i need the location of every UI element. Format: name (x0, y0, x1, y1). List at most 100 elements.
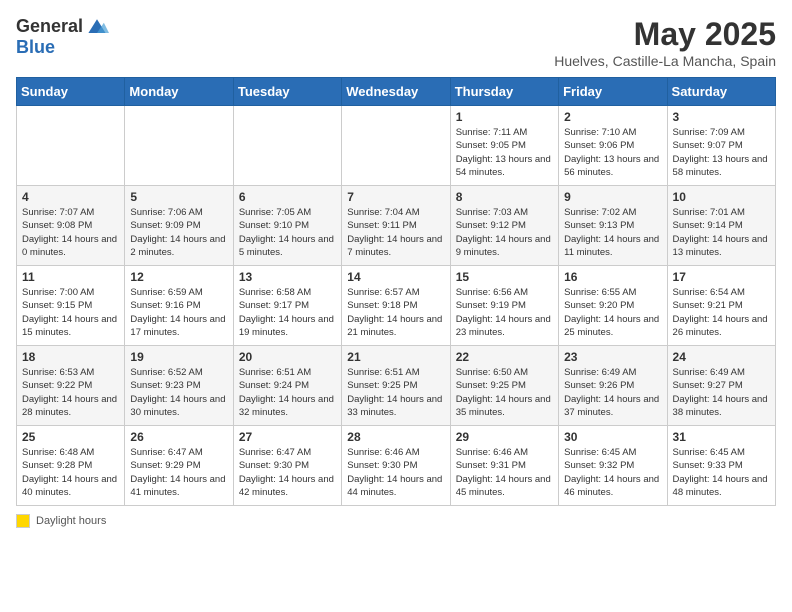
calendar-cell: 30 Sunrise: 6:45 AM Sunset: 9:32 PM Dayli… (559, 426, 667, 506)
day-number: 14 (347, 270, 444, 284)
calendar-cell: 25Sunrise: 6:48 AM Sunset: 9:28 PM Dayli… (17, 426, 125, 506)
calendar-cell: 3 Sunrise: 7:09 AM Sunset: 9:07 PM Daylig… (667, 106, 775, 186)
day-number: 26 (130, 430, 227, 444)
day-info: Sunrise: 6:51 AM Sunset: 9:25 PM Dayligh… (347, 366, 444, 419)
day-info: Sunrise: 6:56 AM Sunset: 9:19 PM Dayligh… (456, 286, 553, 339)
weekday-header: Thursday (450, 78, 558, 106)
logo-general: General (16, 16, 83, 37)
day-info: Sunrise: 6:45 AM Sunset: 9:32 PM Dayligh… (564, 446, 661, 499)
day-info: Sunrise: 6:53 AM Sunset: 9:22 PM Dayligh… (22, 366, 119, 419)
title-area: May 2025 Huelves, Castille-La Mancha, Sp… (554, 16, 776, 69)
calendar-cell: 28 Sunrise: 6:46 AM Sunset: 9:30 PM Dayli… (342, 426, 450, 506)
logo-blue: Blue (16, 37, 55, 57)
day-number: 18 (22, 350, 119, 364)
calendar-cell: 9Sunrise: 7:02 AM Sunset: 9:13 PM Daylig… (559, 186, 667, 266)
calendar-cell: 18 Sunrise: 6:53 AM Sunset: 9:22 PM Dayli… (17, 346, 125, 426)
day-info: Sunrise: 6:46 AM Sunset: 9:30 PM Dayligh… (347, 446, 444, 499)
day-number: 11 (22, 270, 119, 284)
day-number: 28 (347, 430, 444, 444)
calendar-cell: 19Sunrise: 6:52 AM Sunset: 9:23 PM Dayli… (125, 346, 233, 426)
calendar-table: SundayMondayTuesdayWednesdayThursdayFrid… (16, 77, 776, 506)
calendar-cell: 6 Sunrise: 7:05 AM Sunset: 9:10 PM Daylig… (233, 186, 341, 266)
day-info: Sunrise: 7:01 AM Sunset: 9:14 PM Dayligh… (673, 206, 770, 259)
day-info: Sunrise: 6:57 AM Sunset: 9:18 PM Dayligh… (347, 286, 444, 339)
calendar-cell (342, 106, 450, 186)
day-number: 16 (564, 270, 661, 284)
day-number: 27 (239, 430, 336, 444)
calendar-cell: 24Sunrise: 6:49 AM Sunset: 9:27 PM Dayli… (667, 346, 775, 426)
day-info: Sunrise: 6:55 AM Sunset: 9:20 PM Dayligh… (564, 286, 661, 339)
day-info: Sunrise: 6:50 AM Sunset: 9:25 PM Dayligh… (456, 366, 553, 419)
calendar-cell: 7 Sunrise: 7:04 AM Sunset: 9:11 PM Daylig… (342, 186, 450, 266)
day-number: 29 (456, 430, 553, 444)
weekday-header: Friday (559, 78, 667, 106)
day-info: Sunrise: 6:58 AM Sunset: 9:17 PM Dayligh… (239, 286, 336, 339)
day-info: Sunrise: 7:10 AM Sunset: 9:06 PM Dayligh… (564, 126, 661, 179)
day-number: 30 (564, 430, 661, 444)
calendar-cell: 5Sunrise: 7:06 AM Sunset: 9:09 PM Daylig… (125, 186, 233, 266)
day-number: 2 (564, 110, 661, 124)
weekday-row: SundayMondayTuesdayWednesdayThursdayFrid… (17, 78, 776, 106)
day-number: 3 (673, 110, 770, 124)
calendar-cell: 11Sunrise: 7:00 AM Sunset: 9:15 PM Dayli… (17, 266, 125, 346)
day-number: 25 (22, 430, 119, 444)
calendar-cell: 21 Sunrise: 6:51 AM Sunset: 9:25 PM Dayli… (342, 346, 450, 426)
calendar-cell: 29 Sunrise: 6:46 AM Sunset: 9:31 PM Dayli… (450, 426, 558, 506)
day-number: 12 (130, 270, 227, 284)
day-info: Sunrise: 6:49 AM Sunset: 9:26 PM Dayligh… (564, 366, 661, 419)
calendar-cell: 15 Sunrise: 6:56 AM Sunset: 9:19 PM Dayli… (450, 266, 558, 346)
day-info: Sunrise: 6:46 AM Sunset: 9:31 PM Dayligh… (456, 446, 553, 499)
day-info: Sunrise: 7:11 AM Sunset: 9:05 PM Dayligh… (456, 126, 553, 179)
header: General Blue May 2025 Huelves, Castille-… (16, 16, 776, 69)
calendar-cell: 20 Sunrise: 6:51 AM Sunset: 9:24 PM Dayli… (233, 346, 341, 426)
weekday-header: Wednesday (342, 78, 450, 106)
calendar-cell: 2 Sunrise: 7:10 AM Sunset: 9:06 PM Daylig… (559, 106, 667, 186)
daylight-icon (16, 514, 30, 528)
calendar-header: SundayMondayTuesdayWednesdayThursdayFrid… (17, 78, 776, 106)
day-info: Sunrise: 6:45 AM Sunset: 9:33 PM Dayligh… (673, 446, 770, 499)
calendar-cell (17, 106, 125, 186)
month-title: May 2025 (554, 16, 776, 53)
calendar-cell: 4Sunrise: 7:07 AM Sunset: 9:08 PM Daylig… (17, 186, 125, 266)
day-number: 1 (456, 110, 553, 124)
calendar-cell: 22 Sunrise: 6:50 AM Sunset: 9:25 PM Dayli… (450, 346, 558, 426)
calendar-cell: 10Sunrise: 7:01 AM Sunset: 9:14 PM Dayli… (667, 186, 775, 266)
calendar-cell: 23Sunrise: 6:49 AM Sunset: 9:26 PM Dayli… (559, 346, 667, 426)
weekday-header: Tuesday (233, 78, 341, 106)
day-number: 9 (564, 190, 661, 204)
calendar-cell: 27 Sunrise: 6:47 AM Sunset: 9:30 PM Dayli… (233, 426, 341, 506)
day-info: Sunrise: 6:51 AM Sunset: 9:24 PM Dayligh… (239, 366, 336, 419)
day-info: Sunrise: 7:03 AM Sunset: 9:12 PM Dayligh… (456, 206, 553, 259)
calendar-cell: 26Sunrise: 6:47 AM Sunset: 9:29 PM Dayli… (125, 426, 233, 506)
day-number: 7 (347, 190, 444, 204)
calendar-cell: 12Sunrise: 6:59 AM Sunset: 9:16 PM Dayli… (125, 266, 233, 346)
day-number: 21 (347, 350, 444, 364)
day-number: 6 (239, 190, 336, 204)
day-number: 13 (239, 270, 336, 284)
calendar-week-row: 25Sunrise: 6:48 AM Sunset: 9:28 PM Dayli… (17, 426, 776, 506)
logo-icon (85, 17, 109, 37)
calendar-week-row: 4Sunrise: 7:07 AM Sunset: 9:08 PM Daylig… (17, 186, 776, 266)
calendar-body: 1 Sunrise: 7:11 AM Sunset: 9:05 PM Daylig… (17, 106, 776, 506)
day-number: 15 (456, 270, 553, 284)
day-number: 20 (239, 350, 336, 364)
logo: General Blue (16, 16, 109, 58)
day-info: Sunrise: 7:04 AM Sunset: 9:11 PM Dayligh… (347, 206, 444, 259)
calendar-cell: 17Sunrise: 6:54 AM Sunset: 9:21 PM Dayli… (667, 266, 775, 346)
weekday-header: Saturday (667, 78, 775, 106)
day-info: Sunrise: 7:05 AM Sunset: 9:10 PM Dayligh… (239, 206, 336, 259)
daylight-label: Daylight hours (36, 515, 106, 527)
day-number: 4 (22, 190, 119, 204)
weekday-header: Sunday (17, 78, 125, 106)
day-number: 8 (456, 190, 553, 204)
day-number: 5 (130, 190, 227, 204)
day-info: Sunrise: 6:52 AM Sunset: 9:23 PM Dayligh… (130, 366, 227, 419)
day-info: Sunrise: 7:09 AM Sunset: 9:07 PM Dayligh… (673, 126, 770, 179)
calendar-cell: 8 Sunrise: 7:03 AM Sunset: 9:12 PM Daylig… (450, 186, 558, 266)
calendar-week-row: 18 Sunrise: 6:53 AM Sunset: 9:22 PM Dayli… (17, 346, 776, 426)
day-info: Sunrise: 6:47 AM Sunset: 9:30 PM Dayligh… (239, 446, 336, 499)
calendar-cell: 16 Sunrise: 6:55 AM Sunset: 9:20 PM Dayli… (559, 266, 667, 346)
day-number: 22 (456, 350, 553, 364)
calendar-cell: 13 Sunrise: 6:58 AM Sunset: 9:17 PM Dayli… (233, 266, 341, 346)
day-number: 17 (673, 270, 770, 284)
